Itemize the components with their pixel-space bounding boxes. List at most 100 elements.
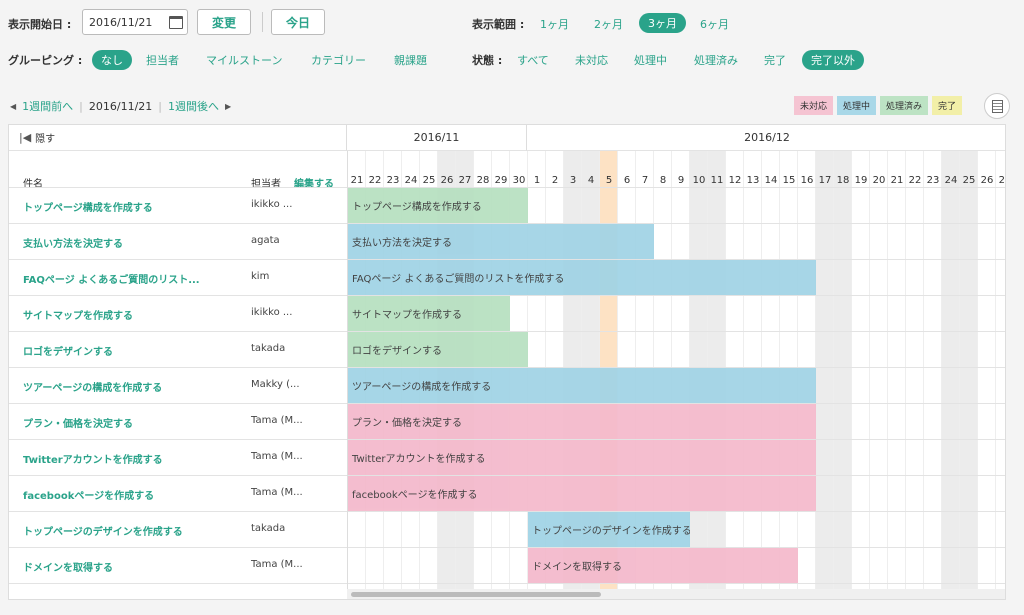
task-bar[interactable]: プラン・価格を決定する (348, 404, 816, 439)
task-name-link[interactable]: トップページ構成を作成する (23, 199, 153, 214)
task-assignee: Tama (M... (251, 559, 303, 570)
task-bar[interactable]: 支払い方法を決定する (348, 224, 654, 259)
day-label: 17 (818, 175, 832, 186)
day-label: 27 (458, 175, 472, 186)
day-label: 6 (623, 175, 631, 186)
task-bar[interactable]: FAQページ よくあるご質問のリストを作成する (348, 260, 816, 295)
day-label: 25 (422, 175, 436, 186)
day-column (906, 151, 924, 589)
day-label: 9 (677, 175, 685, 186)
grouping-parent[interactable]: 親課題 (394, 52, 427, 68)
gantt-chart: |◀ 隠す 2016/11 2016/12 件名 担当者 編集する 21 22 23… (8, 124, 1006, 600)
status-resolved[interactable]: 処理済み (694, 52, 738, 68)
task-name-link[interactable]: プラン・価格を決定する (23, 415, 133, 430)
task-name-link[interactable]: 支払い方法を決定する (23, 235, 123, 250)
grouping-category[interactable]: カテゴリー (311, 52, 366, 68)
day-column (834, 151, 852, 589)
legend-closed: 完了 (932, 96, 963, 115)
divider (262, 12, 263, 32)
day-label: 22 (368, 175, 382, 186)
next-arrow-icon[interactable]: ▶ (225, 102, 231, 111)
day-label: 21 (890, 175, 904, 186)
task-name-link[interactable]: FAQページ よくあるご質問のリスト... (23, 271, 200, 286)
month-header-dec: 2016/12 (527, 125, 1005, 151)
nav-separator: | (79, 99, 83, 113)
day-label: 7 (641, 175, 649, 186)
day-label: 2 (551, 175, 559, 186)
hide-link[interactable]: 隠す (35, 130, 55, 145)
divider (347, 151, 348, 599)
prev-week-link[interactable]: 1週間前へ (22, 98, 73, 114)
day-label: 19 (854, 175, 868, 186)
day-column (852, 151, 870, 589)
task-name-link[interactable]: ドメインを取得する (23, 559, 113, 574)
range-1month[interactable]: 1ヶ月 (540, 16, 569, 32)
task-assignee: Tama (M... (251, 415, 303, 426)
day-label: 20 (872, 175, 886, 186)
status-label: 状態 : (472, 54, 503, 67)
grouping-milestone[interactable]: マイルストーン (206, 52, 282, 68)
task-name-link[interactable]: Twitterアカウントを作成する (23, 451, 163, 466)
task-bar[interactable]: トップページのデザインを作成する (528, 512, 690, 547)
export-button[interactable] (984, 93, 1010, 119)
day-label: 23 (926, 175, 940, 186)
task-name-link[interactable]: ツアーページの構成を作成する (23, 379, 162, 394)
start-date-input[interactable]: 2016/11/21 (82, 9, 188, 35)
day-label: 10 (692, 175, 706, 186)
task-name-link[interactable]: トップページのデザインを作成する (23, 523, 183, 538)
status-closed[interactable]: 完了 (764, 52, 786, 68)
grouping-none[interactable]: なし (92, 50, 132, 70)
task-bar[interactable]: トップページ構成を作成する (348, 188, 528, 223)
nav-separator: | (158, 99, 162, 113)
day-label: 12 (728, 175, 742, 186)
day-label: 25 (962, 175, 976, 186)
range-3month[interactable]: 3ヶ月 (639, 13, 686, 33)
start-date-value: 2016/11/21 (89, 15, 153, 29)
task-name-link[interactable]: サイトマップを作成する (23, 307, 133, 322)
day-label: 22 (908, 175, 922, 186)
task-bar[interactable]: ツアーページの構成を作成する (348, 368, 816, 403)
task-name-link[interactable]: facebookページを作成する (23, 487, 154, 502)
horizontal-scrollbar[interactable] (347, 589, 1005, 599)
day-label: 11 (710, 175, 724, 186)
status-in-progress[interactable]: 処理中 (634, 52, 667, 68)
day-label: 24 (944, 175, 958, 186)
day-column (960, 151, 978, 589)
task-bar[interactable]: サイトマップを作成する (348, 296, 510, 331)
prev-arrow-icon[interactable]: ◀ (10, 102, 16, 111)
task-assignee: agata (251, 235, 280, 246)
range-6month[interactable]: 6ヶ月 (700, 16, 729, 32)
task-bar[interactable]: ドメインを取得する (528, 548, 798, 583)
day-column (942, 151, 960, 589)
day-label: 29 (494, 175, 508, 186)
day-label: 4 (587, 175, 595, 186)
task-name-link[interactable]: ロゴをデザインする (23, 343, 113, 358)
divider (9, 511, 1005, 512)
grouping-assignee[interactable]: 担当者 (146, 52, 179, 68)
divider (9, 547, 1005, 548)
day-label: 16 (800, 175, 814, 186)
day-label: 26 (440, 175, 454, 186)
range-label: 表示範囲 : (472, 18, 525, 31)
spreadsheet-icon (991, 99, 1003, 113)
day-column (978, 151, 996, 589)
today-button[interactable]: 今日 (271, 9, 325, 35)
calendar-icon[interactable] (169, 15, 183, 29)
change-button[interactable]: 変更 (197, 9, 251, 35)
day-label: 1 (533, 175, 541, 186)
hide-panel-row: |◀ 隠す (9, 125, 347, 151)
task-assignee: Tama (M... (251, 451, 303, 462)
status-not-closed[interactable]: 完了以外 (802, 50, 864, 70)
day-column (870, 151, 888, 589)
task-bar[interactable]: ロゴをデザインする (348, 332, 528, 367)
status-all[interactable]: すべて (517, 52, 549, 68)
day-label: 3 (569, 175, 577, 186)
range-2month[interactable]: 2ヶ月 (594, 16, 623, 32)
status-open[interactable]: 未対応 (575, 52, 608, 68)
day-label: 21 (350, 175, 364, 186)
scrollbar-thumb[interactable] (351, 592, 601, 597)
task-bar[interactable]: facebookページを作成する (348, 476, 816, 511)
task-bar[interactable]: Twitterアカウントを作成する (348, 440, 816, 475)
next-week-link[interactable]: 1週間後へ (168, 98, 219, 114)
collapse-icon[interactable]: |◀ (19, 131, 31, 144)
